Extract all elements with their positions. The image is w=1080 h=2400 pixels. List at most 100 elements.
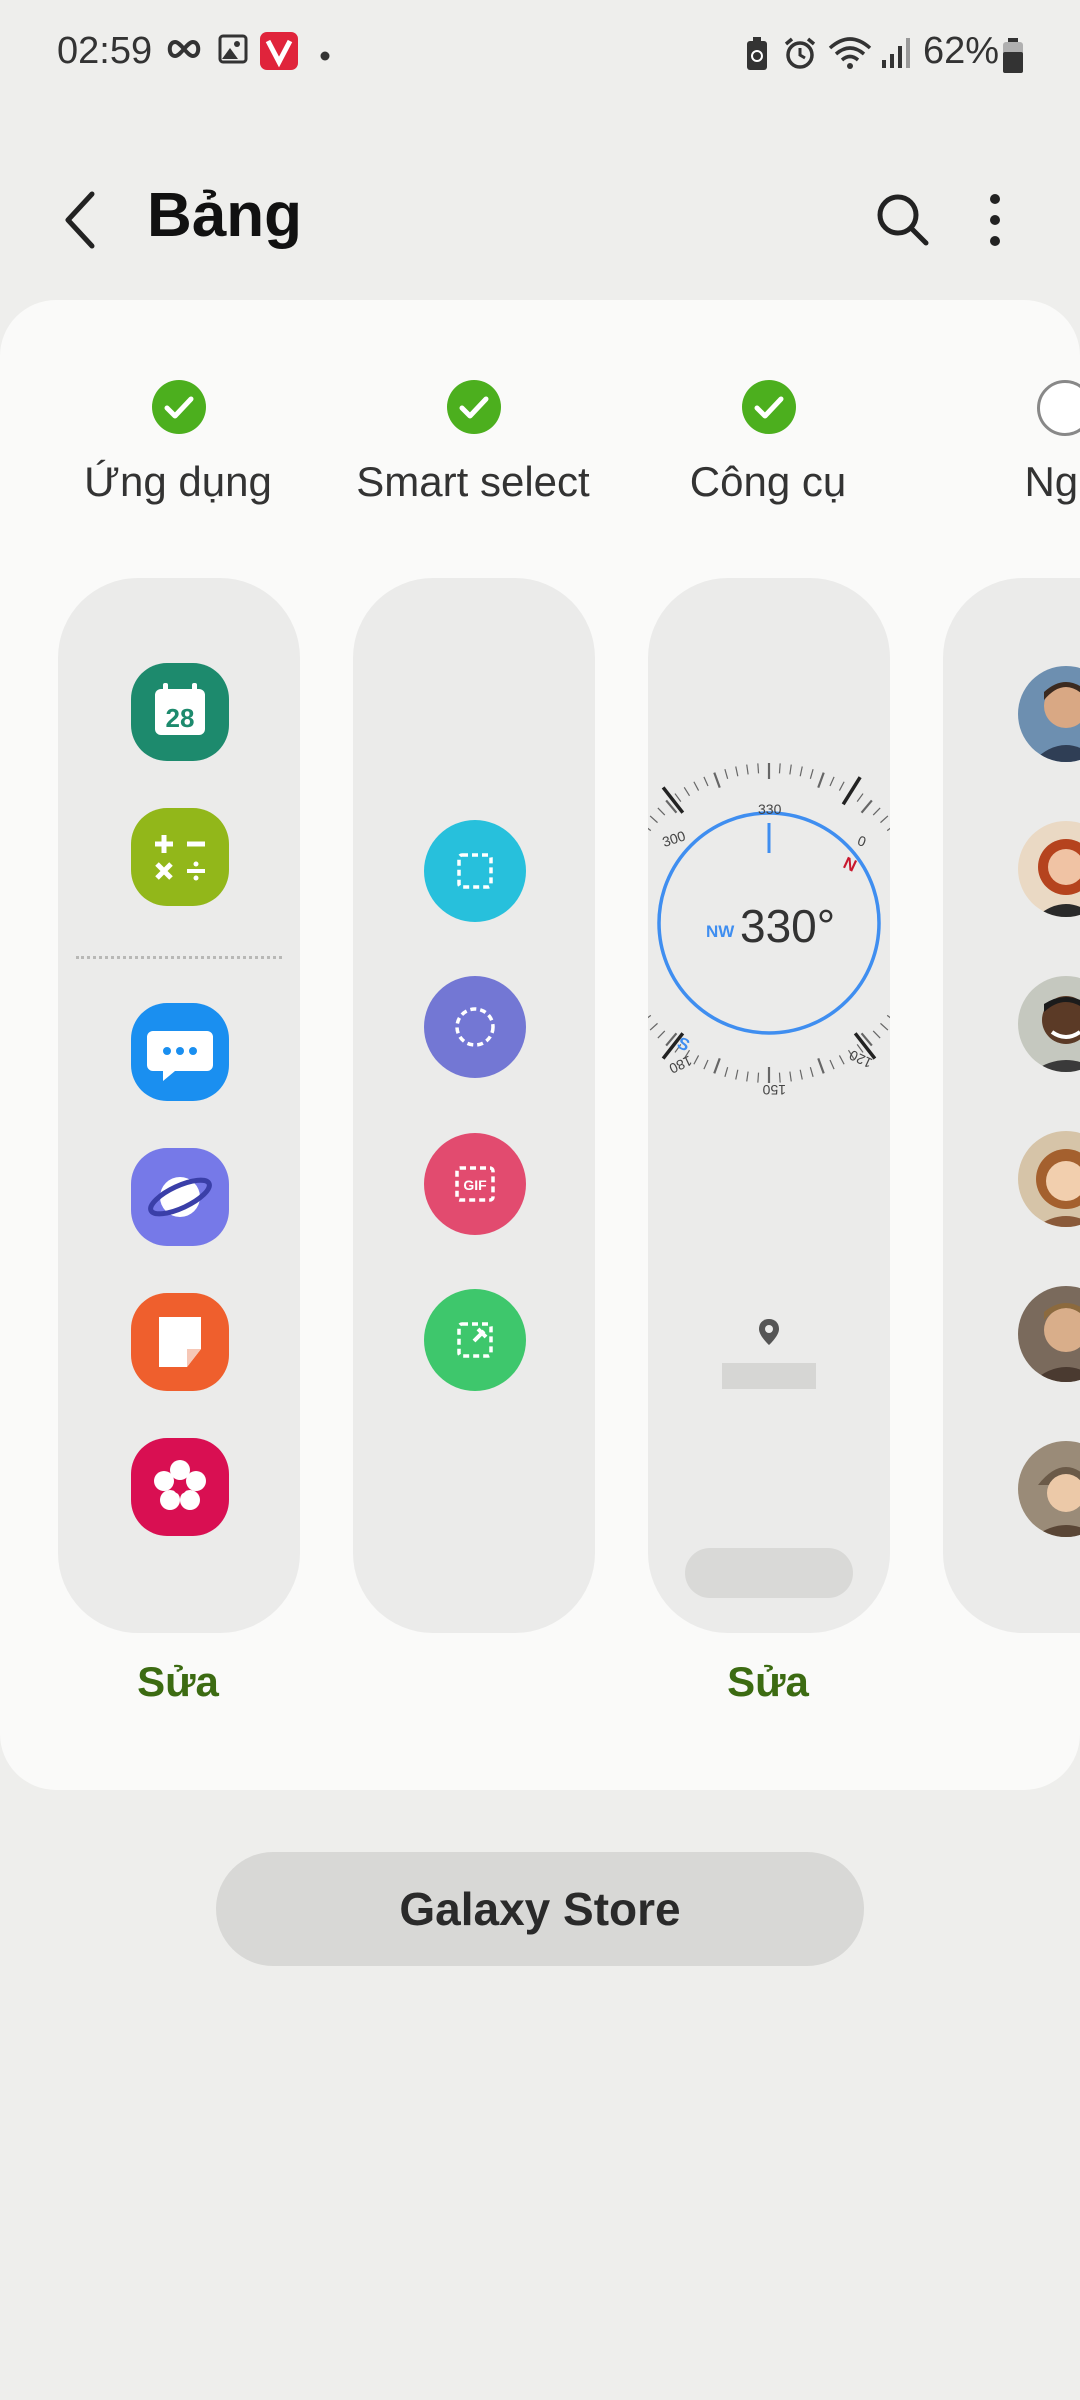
panel-people-label: Ngu xyxy=(1024,458,1080,505)
more-options-icon xyxy=(990,194,1000,246)
panels-card: Ứng dụng 28 Sửa Smart select GIF Công cụ… xyxy=(0,300,1080,1790)
compass-tick-300: 300 xyxy=(660,827,687,850)
compass-tick xyxy=(880,1022,889,1031)
panel-tools-label: Công cụ xyxy=(689,458,847,505)
compass-direction: NW xyxy=(706,922,735,941)
notes-app-icon xyxy=(131,1293,229,1391)
compass-tick xyxy=(829,1059,835,1070)
battery-percent: 62% xyxy=(923,30,1000,72)
panel-apps-preview[interactable]: 28 xyxy=(58,578,300,1633)
check-icon xyxy=(164,396,194,419)
compass-tick xyxy=(693,781,700,791)
svg-text:GIF: GIF xyxy=(463,1177,487,1193)
compass-tick xyxy=(713,1057,721,1074)
compass-tick-330: 330 xyxy=(758,801,782,817)
page-title: Bảng xyxy=(147,181,302,250)
compass-widget: NW 330° 300 330 0 N S 120 150 180 xyxy=(648,763,890,1098)
alarm-icon xyxy=(783,36,817,75)
compass-north: N xyxy=(840,853,859,875)
compass-tick xyxy=(674,793,682,803)
compass-tick xyxy=(735,1069,739,1080)
back-button[interactable] xyxy=(50,180,114,260)
search-button[interactable] xyxy=(868,185,938,255)
status-time: 02:59 xyxy=(57,30,153,72)
contact-avatar xyxy=(1018,821,1080,917)
wifi-icon xyxy=(828,36,872,75)
compass-tick xyxy=(649,1022,658,1031)
signal-icon xyxy=(880,36,912,75)
contact-avatar xyxy=(1018,1131,1080,1227)
compass-tick xyxy=(703,1059,709,1070)
compass-tick xyxy=(789,764,792,775)
compass-tick xyxy=(649,815,658,824)
compass-tick xyxy=(757,1072,760,1083)
panel-apps-edit-link[interactable]: Sửa xyxy=(58,1658,298,1706)
check-icon xyxy=(754,396,784,419)
panel-smart-select-label: Smart select xyxy=(356,458,590,505)
animation-gif-icon: GIF xyxy=(424,1133,526,1235)
contact-avatar xyxy=(1018,666,1080,762)
battery-saver-icon xyxy=(745,36,769,77)
compass-tick xyxy=(860,799,873,814)
compass-tick xyxy=(886,827,890,832)
contact-avatar xyxy=(1018,1441,1080,1537)
compass-tick xyxy=(657,1030,666,1039)
compass-tick xyxy=(872,1030,881,1039)
panel-people-checkbox[interactable] xyxy=(1037,380,1080,436)
location-text-placeholder xyxy=(722,1363,816,1389)
compass-tick xyxy=(693,1055,700,1065)
compass-tick xyxy=(657,807,666,816)
panel-smart-select-preview[interactable]: GIF xyxy=(353,578,595,1633)
compass-tick-150: 150 xyxy=(762,1082,786,1098)
compass-tick xyxy=(735,766,739,777)
panel-smart-select-checkbox[interactable] xyxy=(447,380,501,434)
compass-south: S xyxy=(674,1033,692,1055)
calendar-app-icon: 28 xyxy=(131,663,229,761)
compass-tick xyxy=(809,1067,814,1077)
compass-tick xyxy=(703,776,709,787)
compass-heading: 330° xyxy=(740,900,835,952)
compass-tick xyxy=(778,763,781,774)
infinity-icon xyxy=(165,34,203,69)
panel-tools-preview[interactable]: NW 330° 300 330 0 N S 120 150 180 xyxy=(648,578,890,1633)
compass-tick xyxy=(872,807,881,816)
compass-tick xyxy=(683,786,691,797)
more-options-button[interactable] xyxy=(970,185,1020,255)
panel-tools-edit-link[interactable]: Sửa xyxy=(648,1658,888,1706)
compass-tick xyxy=(799,1069,803,1080)
panel-apps-checkbox[interactable] xyxy=(152,380,206,434)
calendar-day: 28 xyxy=(166,703,195,733)
search-icon xyxy=(877,194,929,246)
compass-tick xyxy=(799,766,803,777)
back-icon xyxy=(65,191,95,249)
compass-tick xyxy=(838,1055,845,1065)
galaxy-store-button[interactable]: Galaxy Store xyxy=(216,1852,864,1966)
panel-tools-checkbox[interactable] xyxy=(742,380,796,434)
compass-tick xyxy=(856,793,864,803)
compass-tick xyxy=(757,763,760,774)
contact-avatar xyxy=(1018,976,1080,1072)
compass-tick xyxy=(724,769,729,779)
compass-tick xyxy=(778,1072,781,1083)
compass-tick xyxy=(746,764,749,775)
compass-tick xyxy=(838,781,845,791)
check-icon xyxy=(459,396,489,419)
panel-people-preview[interactable] xyxy=(943,578,1080,1633)
compass-tick xyxy=(648,1014,652,1019)
compass-tick xyxy=(789,1071,792,1082)
messages-app-icon xyxy=(131,1003,229,1101)
dot-icon xyxy=(320,48,330,66)
calculator-app-icon xyxy=(131,808,229,906)
compass-tick xyxy=(724,1067,729,1077)
apps-divider xyxy=(76,956,282,959)
compass-tick xyxy=(648,827,652,832)
compass-tick xyxy=(809,769,814,779)
panel-apps-label: Ứng dụng xyxy=(84,458,272,505)
compass-tick xyxy=(829,776,835,787)
pin-to-screen-icon xyxy=(424,1289,526,1391)
vivaldi-icon xyxy=(260,32,298,75)
battery-icon xyxy=(1002,38,1024,79)
compass-tick xyxy=(886,1014,890,1019)
location-pin-icon xyxy=(758,1318,780,1351)
compass-tick xyxy=(817,1057,825,1074)
